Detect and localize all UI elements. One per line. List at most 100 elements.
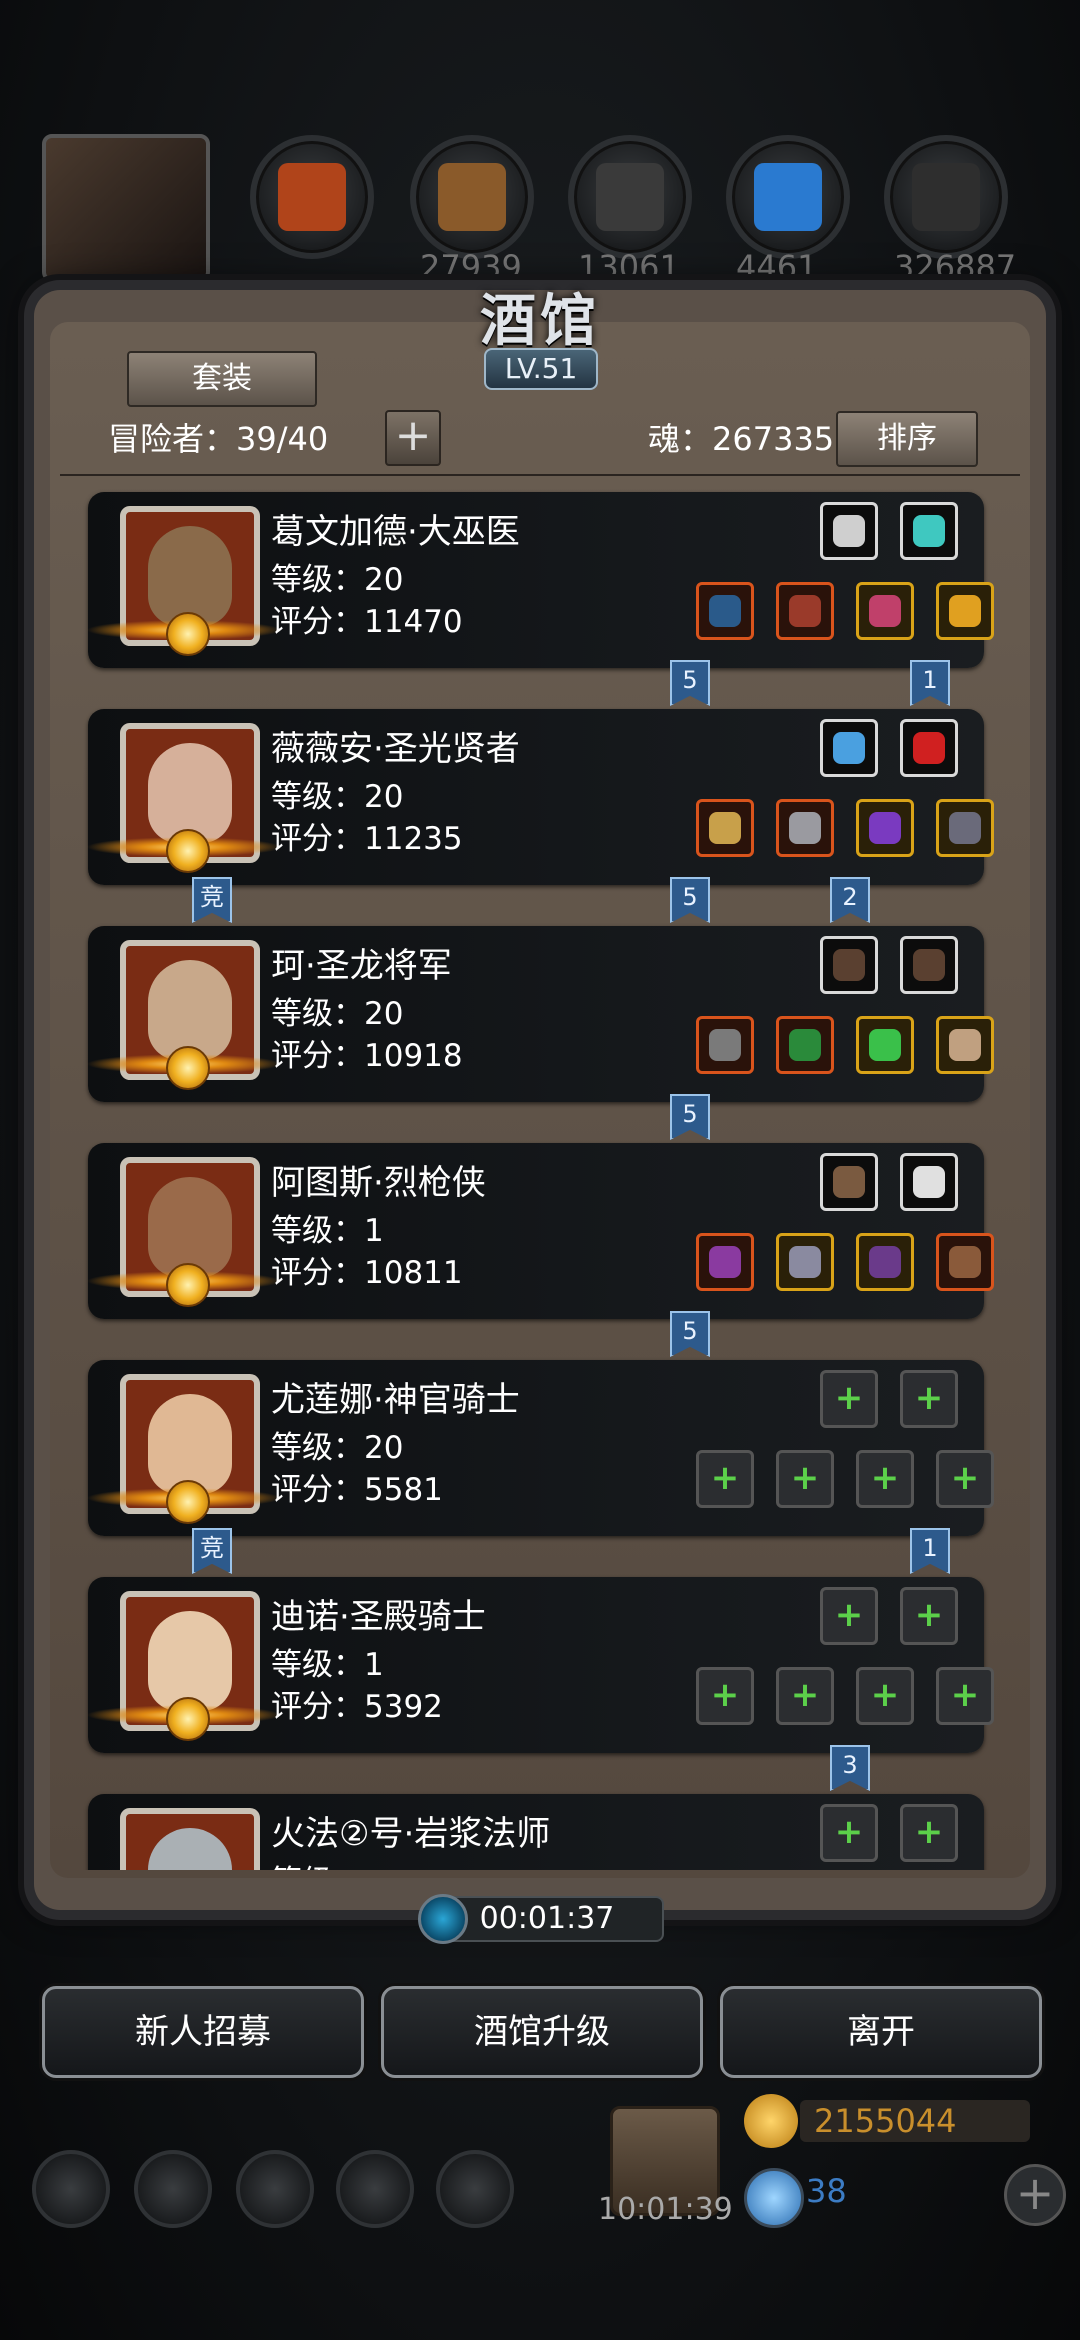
rank-medal-icon <box>166 1697 210 1741</box>
add-equip-icon: + <box>834 1812 864 1852</box>
leave-button[interactable]: 离开 <box>720 1986 1042 2078</box>
hero-name: 阿图斯·烈枪侠 <box>271 1163 486 1203</box>
empty-equip-slot[interactable]: + <box>900 1587 958 1645</box>
equip-slot[interactable] <box>776 1233 834 1291</box>
equipment-icon <box>913 515 945 547</box>
rank-medal-icon <box>166 1480 210 1524</box>
set-button[interactable]: 套装 <box>127 351 317 407</box>
hero-level: 等级：1 <box>271 1647 384 1683</box>
empty-equip-slot[interactable]: + <box>696 1667 754 1725</box>
mail-icon[interactable] <box>336 2150 414 2228</box>
soul-count: 魂：267335 <box>648 420 835 458</box>
equip-slot[interactable] <box>820 719 878 777</box>
resource-glyph <box>596 163 664 231</box>
add-equip-icon: + <box>834 1378 864 1418</box>
hero-name: 葛文加德·大巫医 <box>271 512 520 552</box>
hero-card[interactable]: 葛文加德·大巫医 等级：20 评分：11470 <box>86 492 994 668</box>
hero-card[interactable]: 阿图斯·烈枪侠 等级：1 评分：10811 <box>86 1143 994 1319</box>
hero-card[interactable]: 尤莲娜·神官骑士 等级：20 评分：5581 + + + + + + <box>86 1360 994 1536</box>
equip-slot[interactable] <box>900 502 958 560</box>
gem-count: 38 <box>806 2172 847 2210</box>
hero-score: 评分：10811 <box>271 1255 463 1291</box>
hero-score: 评分：11235 <box>271 821 463 857</box>
battle-icon[interactable] <box>436 2150 514 2228</box>
empty-equip-slot[interactable]: + <box>856 1450 914 1508</box>
equip-slot[interactable] <box>776 1016 834 1074</box>
equip-slot[interactable] <box>856 1233 914 1291</box>
equipment-icon <box>833 515 865 547</box>
empty-equip-slot[interactable]: + <box>900 1370 958 1428</box>
castle-icon[interactable] <box>236 2150 314 2228</box>
add-equip-icon: + <box>870 1675 900 1715</box>
hero-face <box>148 960 232 1060</box>
equip-slot[interactable] <box>936 799 994 857</box>
empty-equip-slot[interactable]: + <box>820 1587 878 1645</box>
equip-slot[interactable] <box>696 1016 754 1074</box>
equip-slot[interactable] <box>856 1016 914 1074</box>
empty-equip-slot[interactable]: + <box>820 1370 878 1428</box>
tavern-level-badge: LV.51 <box>484 348 598 390</box>
hero-face <box>148 526 232 626</box>
equip-slot[interactable] <box>820 936 878 994</box>
equip-slot[interactable] <box>900 1153 958 1211</box>
gold-coin-icon <box>744 2094 798 2148</box>
hero-card[interactable]: 火法②号·岩浆法师等级 + + <box>88 1794 984 1870</box>
empty-equip-slot[interactable]: + <box>820 1804 878 1862</box>
add-currency-button[interactable]: + <box>1004 2164 1066 2226</box>
hero-card[interactable]: 珂·圣龙将军 等级：20 评分：10918 <box>86 926 994 1102</box>
equip-slot[interactable] <box>856 799 914 857</box>
add-equip-icon: + <box>870 1458 900 1498</box>
equip-slot[interactable] <box>900 936 958 994</box>
add-equip-icon: + <box>790 1458 820 1498</box>
empty-equip-slot[interactable]: + <box>776 1450 834 1508</box>
equip-slot[interactable] <box>820 1153 878 1211</box>
equip-slot[interactable] <box>820 502 878 560</box>
resource-glyph <box>912 163 980 231</box>
player-avatar[interactable] <box>42 134 210 282</box>
hero-portrait[interactable] <box>120 1808 260 1870</box>
equipment-icon <box>913 732 945 764</box>
hero-level: 等级：20 <box>271 996 404 1032</box>
empty-equip-slot[interactable]: + <box>936 1667 994 1725</box>
equipment-icon <box>913 1166 945 1198</box>
add-adventurer-button[interactable]: + <box>385 410 441 466</box>
meat-icon <box>250 135 374 259</box>
achievement-icon[interactable] <box>134 2150 212 2228</box>
rank-medal-icon <box>166 1263 210 1307</box>
equip-slot[interactable] <box>900 719 958 777</box>
equip-slot[interactable] <box>696 799 754 857</box>
empty-equip-slot[interactable]: + <box>900 1804 958 1862</box>
empty-equip-slot[interactable]: + <box>936 1450 994 1508</box>
hero-level: 等级 <box>271 1856 333 1870</box>
empty-equip-slot[interactable]: + <box>856 1667 914 1725</box>
empty-equip-slot[interactable]: + <box>776 1667 834 1725</box>
equip-slot[interactable] <box>936 1016 994 1074</box>
equip-slot[interactable] <box>936 1233 994 1291</box>
upgrade-ribbon: 1 <box>910 660 950 706</box>
hero-list[interactable]: 葛文加德·大巫医 等级：20 评分：11470 5 1 薇薇安·圣光贤者 等级：20 评分：1… <box>58 480 1018 1870</box>
hero-card[interactable]: 迪诺·圣殿骑士 等级：1 评分：5392 + + + + + + <box>86 1577 994 1753</box>
upgrade-ribbon: 竞 <box>192 1528 232 1574</box>
equip-slot[interactable] <box>856 582 914 640</box>
hero-card[interactable]: 薇薇安·圣光贤者 等级：20 评分：11235 <box>86 709 994 885</box>
upgrade-tavern-button[interactable]: 酒馆升级 <box>381 1986 703 2078</box>
equip-slot[interactable] <box>776 582 834 640</box>
equip-slot[interactable] <box>696 1233 754 1291</box>
settings-icon[interactable] <box>32 2150 110 2228</box>
panel-title: 酒馆 <box>480 288 600 354</box>
add-equip-icon: + <box>914 1378 944 1418</box>
upgrade-ribbon: 1 <box>910 1528 950 1574</box>
recruit-button[interactable]: 新人招募 <box>42 1986 364 2078</box>
equip-slot[interactable] <box>776 799 834 857</box>
equipment-icon <box>789 1029 821 1061</box>
equip-slot[interactable] <box>936 582 994 640</box>
upgrade-ribbon: 5 <box>670 877 710 923</box>
empty-equip-slot[interactable]: + <box>696 1450 754 1508</box>
add-equip-icon: + <box>914 1595 944 1635</box>
equipment-icon <box>869 1246 901 1278</box>
equipment-icon <box>949 1246 981 1278</box>
sort-button[interactable]: 排序 <box>836 411 978 467</box>
hero-face <box>148 743 232 843</box>
equip-slot[interactable] <box>696 582 754 640</box>
add-equip-icon: + <box>710 1458 740 1498</box>
